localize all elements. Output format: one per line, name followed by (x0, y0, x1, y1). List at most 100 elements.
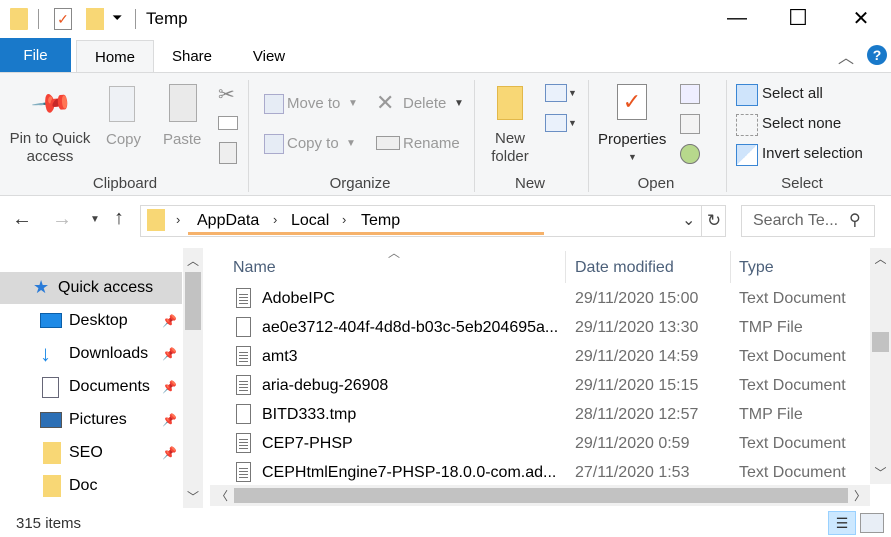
scroll-left-icon[interactable]: 〈 (212, 485, 232, 506)
file-row[interactable]: aria-debug-26908 29/11/2020 15:15 Text Doc… (232, 371, 860, 400)
tab-share[interactable]: Share (160, 40, 224, 72)
customize-toolbar-icon[interactable]: ⏷ (112, 10, 122, 26)
nav-item-seo[interactable]: SEO 📌 (0, 437, 182, 469)
file-row[interactable]: amt3 29/11/2020 14:59 Text Document (232, 342, 860, 371)
file-row[interactable]: CEP7-PHSP 29/11/2020 0:59 Text Document (232, 429, 860, 458)
back-arrow-icon[interactable]: ← (12, 208, 32, 231)
open-icon[interactable] (680, 84, 700, 104)
move-to-button[interactable]: Move to (287, 95, 340, 112)
invert-selection-button[interactable]: Invert selection (762, 145, 863, 162)
column-header-date[interactable]: Date modified (575, 259, 674, 283)
scroll-up-icon[interactable]: ︿ (183, 250, 203, 270)
properties-quick-icon[interactable]: ✓ (54, 8, 72, 30)
copy-button[interactable]: Copy (106, 131, 141, 148)
address-dropdown-chevron-icon[interactable]: ⌄ (682, 210, 695, 230)
select-none-button[interactable]: Select none (762, 115, 841, 132)
details-view-icon[interactable]: ☰ (828, 511, 856, 535)
breadcrumb-local[interactable]: Local (291, 212, 329, 230)
cut-icon[interactable]: ✂ (218, 82, 235, 107)
nav-item-doc[interactable]: Doc (0, 470, 182, 502)
file-date-modified: 29/11/2020 14:59 (575, 348, 699, 365)
edit-icon[interactable] (680, 114, 700, 134)
recent-locations-chevron-icon[interactable]: ▼ (90, 214, 100, 225)
select-all-button[interactable]: Select all (762, 85, 823, 102)
file-icon-line (239, 442, 248, 443)
chevron-down-icon: ▼ (454, 98, 464, 109)
pin-icon[interactable]: 📌 (162, 347, 177, 361)
rename-button[interactable]: Rename (403, 135, 460, 152)
minimize-button[interactable]: — (706, 0, 768, 36)
group-separator (248, 80, 249, 192)
paste-button[interactable]: Paste (163, 131, 201, 148)
file-icon-line (239, 297, 248, 298)
search-input[interactable]: Search Te... (753, 212, 838, 230)
delete-button[interactable]: Delete (403, 95, 446, 112)
file-type: Text Document (739, 377, 846, 394)
file-date-modified: 29/11/2020 15:00 (575, 290, 699, 307)
pin-icon[interactable]: 📌 (162, 380, 177, 394)
breadcrumb-appdata[interactable]: AppData (197, 212, 259, 230)
search-icon[interactable]: ⚲ (849, 210, 861, 230)
nav-item-quick-access[interactable]: ★ Quick access (0, 272, 182, 304)
tab-file[interactable]: File (0, 38, 71, 72)
pin-icon[interactable]: 📌 (162, 413, 177, 427)
close-button[interactable]: ✕ (830, 0, 891, 36)
folder-icon (43, 475, 61, 497)
chevron-down-icon: ▼ (348, 98, 358, 109)
large-icons-view-icon[interactable] (860, 513, 884, 533)
tab-view[interactable]: View (238, 40, 300, 72)
horizontal-scrollbar-thumb[interactable] (234, 488, 848, 503)
scroll-right-icon[interactable]: 〉 (850, 485, 870, 506)
documents-icon (42, 377, 59, 398)
up-arrow-icon[interactable]: ↑ (114, 207, 124, 230)
column-divider (730, 251, 731, 283)
nav-item-desktop[interactable]: Desktop 📌 (0, 305, 182, 337)
file-row[interactable]: ae0e3712-404f-4d8d-b03c-5eb204695a... 29/… (232, 313, 860, 342)
column-header-type[interactable]: Type (739, 259, 774, 283)
file-type: TMP File (739, 319, 803, 336)
separator (38, 9, 39, 29)
pin-icon[interactable]: 📌 (162, 314, 177, 328)
pin-icon[interactable]: 📌 (162, 446, 177, 460)
file-icon-line (239, 303, 248, 304)
copy-path-icon[interactable] (218, 116, 238, 130)
nav-item-pictures[interactable]: Pictures 📌 (0, 404, 182, 436)
new-item-icon[interactable] (545, 84, 567, 102)
column-divider (565, 251, 566, 283)
tab-home[interactable]: Home (76, 40, 154, 73)
scroll-down-icon[interactable]: ﹀ (183, 486, 203, 506)
list-scrollbar[interactable] (870, 248, 891, 484)
nav-scrollbar-thumb[interactable] (185, 272, 201, 330)
properties-button[interactable]: Properties (598, 131, 666, 148)
new-folder-quick-icon[interactable] (86, 8, 104, 30)
download-icon: ↓ (40, 341, 51, 366)
paste-shortcut-icon[interactable] (219, 142, 237, 164)
scroll-down-icon[interactable]: ﹀ (870, 462, 891, 482)
column-header-name[interactable]: Name (233, 259, 276, 283)
nav-item-documents[interactable]: Documents 📌 (0, 371, 182, 403)
file-icon (236, 433, 251, 453)
pin-label-line1: Pin to Quick (9, 130, 91, 147)
refresh-icon[interactable]: ↻ (701, 206, 726, 236)
copy-to-button[interactable]: Copy to (287, 135, 339, 152)
chevron-down-icon: ▼ (568, 118, 577, 128)
file-icon-line (239, 474, 248, 475)
new-folder-button[interactable]: New folder (484, 130, 536, 166)
new-folder-icon (497, 86, 523, 120)
list-scrollbar-thumb[interactable] (872, 332, 889, 352)
file-row[interactable]: AdobeIPC 29/11/2020 15:00 Text Document (232, 284, 860, 313)
forward-arrow-icon[interactable]: → (52, 208, 72, 231)
delete-icon: ✕ (376, 90, 395, 115)
easy-access-icon[interactable] (545, 114, 567, 132)
scroll-up-icon[interactable]: ︿ (870, 248, 891, 268)
file-row[interactable]: CEPHtmlEngine7-PHSP-18.0.0-com.ad... 27/1… (232, 458, 860, 487)
file-row[interactable]: BITD333.tmp 28/11/2020 12:57 TMP File (232, 400, 860, 429)
file-icon-line (239, 448, 248, 449)
collapse-ribbon-icon[interactable]: ︿ (838, 44, 854, 68)
help-icon[interactable]: ? (867, 45, 887, 65)
breadcrumb-temp[interactable]: Temp (361, 212, 400, 230)
nav-item-downloads[interactable]: ↓ Downloads 📌 (0, 338, 182, 370)
history-icon[interactable] (680, 144, 700, 164)
pin-to-quick-access-button[interactable]: Pin to Quick access (4, 130, 96, 166)
maximize-button[interactable]: ☐ (767, 0, 829, 36)
